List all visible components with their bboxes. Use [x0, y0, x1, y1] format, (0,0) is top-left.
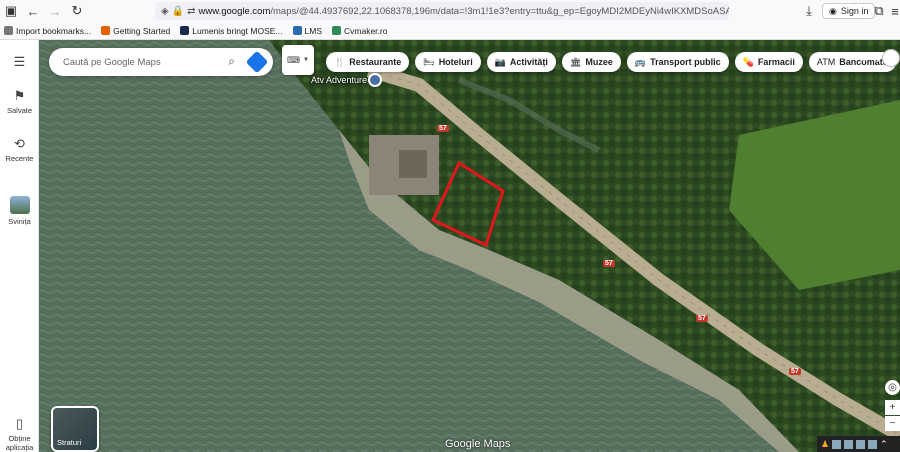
account-avatar[interactable]: [882, 49, 900, 67]
bookmark-label: Import bookmarks...: [16, 25, 92, 36]
poi-pin-icon[interactable]: [368, 73, 382, 87]
chip-label: Muzee: [585, 57, 613, 67]
expand-icon[interactable]: ⌃: [880, 439, 888, 450]
road-shield: 57: [696, 315, 708, 322]
satellite-imagery: [39, 40, 900, 452]
thumbnail-icon[interactable]: [868, 439, 878, 449]
lock-icon: 🔒: [171, 5, 185, 17]
chip-label: Farmacii: [757, 57, 795, 67]
category-chips: 🍴 Restaurante 🛏 Hoteluri 📷 Activități 🏛 Muzee 🚌 T…: [326, 52, 896, 72]
bookmark-favicon-icon: [180, 26, 190, 35]
chip-label: Activități: [509, 57, 548, 67]
category-chip[interactable]: 📷 Activități: [486, 52, 556, 72]
reload-icon[interactable]: ↻: [66, 0, 88, 22]
forward-icon[interactable]: →: [44, 0, 66, 22]
bookmark-label: Getting Started: [113, 25, 171, 36]
saved-button[interactable]: ⚑ Salvate: [0, 88, 39, 115]
bookmark-label: Lumenis bringt MOSE...: [192, 25, 283, 36]
bookmark-label: Cvmaker.ro: [344, 25, 388, 36]
input-tools-button[interactable]: ⌨ ▼: [282, 45, 314, 75]
search-input[interactable]: Caută pe Google Maps: [63, 57, 161, 68]
chip-icon: 🏛: [569, 56, 582, 67]
chip-icon: 💊: [742, 56, 754, 67]
google-maps-logo: Google Maps: [445, 438, 511, 450]
bookmark-favicon-icon: [332, 26, 341, 35]
bookmark-item[interactable]: LMS: [292, 25, 322, 36]
keyboard-icon: ⌨: [287, 54, 301, 65]
bookmarks-bar: Import bookmarks... Getting Started Lumeni…: [0, 22, 900, 40]
map-canvas[interactable]: Caută pe Google Maps ⌕ ⌨ ▼ 🍴 Restaurante 🛏…: [39, 40, 900, 452]
imagery-strip: ♟ ⌃: [817, 436, 900, 452]
bookmark-favicon-icon: [4, 26, 13, 35]
bookmark-label: LMS: [304, 25, 322, 36]
poi-label[interactable]: Atv Adventure: [311, 75, 367, 85]
place-thumbnail: [9, 196, 30, 214]
history-icon: ⟲: [14, 136, 25, 151]
zoom-in-button[interactable]: +: [885, 400, 900, 415]
zoom-out-button[interactable]: −: [885, 416, 900, 431]
browser-toolbar: ▣ ← → ↻ ◈ 🔒 ⇄ www.google.com/maps/@44.49…: [0, 0, 900, 22]
shield-icon: ◈: [161, 5, 169, 17]
category-chip[interactable]: 🚌 Transport public: [626, 52, 729, 72]
category-chip[interactable]: 🛏 Hoteluri: [415, 52, 481, 72]
category-chip[interactable]: 🏛 Muzee: [561, 52, 621, 72]
back-icon[interactable]: ←: [22, 0, 44, 22]
bookmark-item[interactable]: Getting Started: [101, 26, 170, 36]
search-box[interactable]: Caută pe Google Maps ⌕: [49, 48, 273, 76]
thumbnail-icon[interactable]: [856, 439, 866, 449]
bookmark-item[interactable]: Lumenis bringt MOSE...: [180, 25, 283, 36]
permissions-icon: ⇄: [187, 5, 196, 17]
road-shield: 57: [437, 125, 449, 132]
place-label: Svinița: [8, 217, 31, 226]
left-rail: ☰ ⚑ Salvate ⟲ Recente Svinița ▯ Obține a…: [0, 40, 39, 452]
url-path: /maps/@44.4937692,22.1068378,196m/data=!…: [270, 5, 729, 17]
chevron-down-icon: ▼: [303, 57, 309, 63]
thumbnail-icon[interactable]: [832, 439, 842, 449]
chip-label: Transport public: [650, 57, 721, 67]
directions-icon[interactable]: [245, 50, 269, 74]
bookmark-favicon-icon: [101, 26, 111, 35]
bookmark-icon: ⚑: [13, 88, 26, 103]
get-app-button[interactable]: ▯ Obține aplicația: [0, 416, 39, 452]
bookmark-item[interactable]: Import bookmarks...: [4, 26, 91, 36]
chip-icon: ATM: [816, 57, 836, 67]
bookmark-item[interactable]: Cvmaker.ro: [332, 26, 387, 36]
chip-icon: 🍴: [334, 56, 346, 67]
layers-button[interactable]: Straturi: [51, 406, 99, 452]
get-app-label-2: aplicația: [5, 443, 34, 452]
road-shield: 57: [789, 368, 801, 375]
chip-label: Hoteluri: [438, 57, 473, 67]
thumbnail-icon[interactable]: [844, 439, 854, 449]
recent-button[interactable]: ⟲ Recente: [0, 136, 39, 163]
chip-icon: 🚌: [634, 56, 647, 67]
saved-label: Salvate: [6, 106, 33, 115]
url-domain: www.google.com: [198, 5, 271, 17]
my-location-icon[interactable]: ◎: [885, 380, 900, 395]
apps-grid-icon[interactable]: ⋮⋮: [857, 52, 885, 69]
search-icon[interactable]: ⌕: [228, 54, 235, 69]
road-shield: 57: [603, 260, 615, 267]
menu-icon: ☰: [13, 54, 26, 69]
phone-icon: ▯: [15, 416, 24, 431]
overflow-menu-icon[interactable]: ≡: [884, 0, 900, 22]
download-icon[interactable]: ⤓: [798, 0, 820, 22]
recent-label: Recente: [5, 154, 34, 163]
sign-in-label: Sign in: [840, 6, 869, 16]
menu-button[interactable]: ☰: [0, 54, 39, 72]
recent-place-button[interactable]: Svinița: [0, 196, 39, 226]
pegman-icon[interactable]: ♟: [821, 439, 829, 450]
bookmark-favicon-icon: [292, 26, 302, 35]
tab-list-icon[interactable]: ▣: [0, 0, 22, 22]
chip-icon: 📷: [494, 56, 506, 67]
chip-icon: 🛏: [423, 56, 435, 67]
account-icon: ◉: [829, 5, 837, 16]
category-chip[interactable]: 🍴 Restaurante: [326, 52, 410, 72]
chip-label: Restaurante: [349, 57, 402, 67]
get-app-label-1: Obține: [8, 434, 31, 443]
url-bar[interactable]: ◈ 🔒 ⇄ www.google.com/maps/@44.4937692,22…: [155, 2, 729, 20]
layers-label: Straturi: [57, 438, 82, 447]
category-chip[interactable]: 💊 Farmacii: [734, 52, 803, 72]
